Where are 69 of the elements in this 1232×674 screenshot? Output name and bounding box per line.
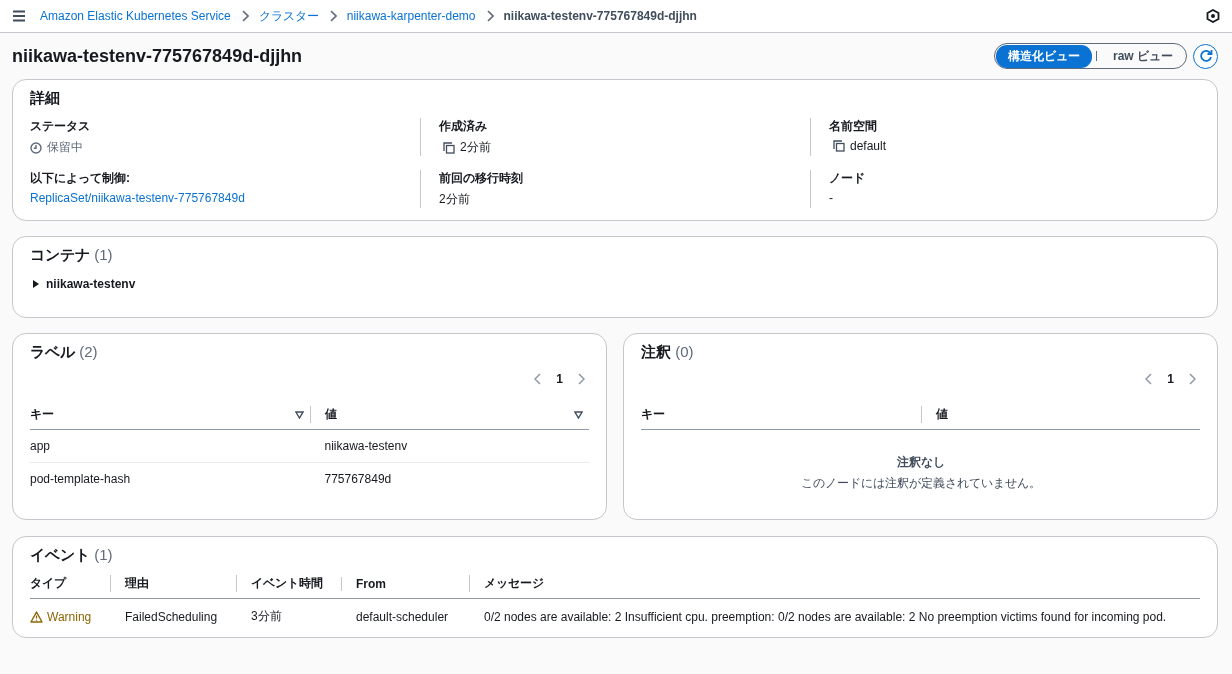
refresh-button[interactable]	[1193, 43, 1218, 69]
item-count: (1)	[94, 546, 113, 563]
view-toggle-option[interactable]: raw ビュー	[1101, 44, 1185, 68]
field-value: 2分前	[460, 139, 491, 156]
breadcrumb-link[interactable]: niikawa-karpenter-demo	[346, 9, 476, 23]
hexagon-icon[interactable]	[1206, 9, 1220, 23]
column-header: タイプ	[30, 575, 68, 592]
warning-icon	[30, 610, 43, 623]
table-cell-text: 775767849d	[323, 472, 393, 486]
field-label: ノード	[829, 170, 866, 187]
table-cell-text: default-scheduler	[355, 609, 450, 624]
sort-icon[interactable]	[574, 410, 583, 419]
event-type: Warning	[47, 609, 92, 624]
item-count: (0)	[675, 343, 694, 360]
page-number[interactable]: 1	[556, 372, 563, 386]
table-cell-text: FailedScheduling	[124, 609, 219, 624]
breadcrumb-link[interactable]: Amazon Elastic Kubernetes Service	[40, 9, 231, 23]
copy-icon[interactable]	[833, 140, 845, 152]
column-header: 値	[324, 406, 337, 423]
column-header: イベント時間	[236, 575, 341, 592]
field-value: -	[829, 191, 833, 205]
empty-title: 注釈なし	[896, 454, 945, 471]
card-title: ラベル	[30, 343, 75, 360]
breadcrumb-current: niikawa-testenv-775767849d-djjhn	[503, 9, 697, 23]
field-value: 保留中	[47, 139, 83, 156]
chevron-left-icon[interactable]	[534, 373, 543, 385]
table-cell-text: 3分前	[250, 608, 283, 625]
column-header: キー	[30, 406, 54, 423]
field-value: default	[850, 139, 887, 153]
breadcrumb-link[interactable]: クラスター	[258, 7, 319, 25]
chevron-right-icon	[485, 10, 494, 22]
card-title: 詳細	[30, 89, 61, 108]
chevron-right-icon[interactable]	[1188, 373, 1196, 385]
page-title: niikawa-testenv-775767849d-djjhn	[12, 45, 304, 67]
card-title: コンテナ	[30, 246, 90, 263]
table-cell-text: niikawa-testenv	[323, 439, 409, 453]
table-cell-text: app	[30, 439, 52, 453]
field-label: ステータス	[30, 118, 91, 135]
field-value: 2分前	[439, 191, 470, 208]
chevron-right-icon	[328, 10, 337, 22]
chevron-right-icon[interactable]	[577, 373, 585, 385]
field-label: 名前空間	[829, 118, 878, 135]
menu-icon[interactable]	[12, 10, 26, 22]
column-header: 理由	[110, 575, 236, 592]
container-name[interactable]: niikawa-testenv	[46, 277, 136, 291]
field-label: 前回の移行時刻	[439, 170, 524, 187]
field-label: 作成済み	[439, 118, 488, 135]
caret-icon[interactable]	[32, 280, 40, 288]
sort-icon[interactable]	[294, 410, 304, 419]
refresh-icon[interactable]	[1198, 49, 1213, 63]
card-title: 注釈	[641, 343, 671, 360]
chevron-left-icon[interactable]	[1145, 373, 1154, 385]
copy-icon[interactable]	[443, 141, 455, 154]
column-header: キー	[641, 406, 665, 423]
clock-icon	[30, 141, 42, 154]
view-toggle-option[interactable]: 構造化ビュー	[996, 44, 1092, 68]
table-cell-text: 0/2 nodes are available: 2 Insufficient cpu. preemption: 0/2 nodes are available: 2 No preemption victims found for incoming pod.	[483, 609, 1168, 624]
table-cell-text: pod-template-hash	[30, 472, 132, 486]
item-count: (1)	[94, 246, 113, 263]
card-title: イベント	[30, 546, 90, 563]
item-count: (2)	[79, 343, 98, 360]
replicaset-link[interactable]: ReplicaSet/niikawa-testenv-775767849d	[30, 191, 245, 205]
empty-message: このノードには注釈が定義されていません。	[800, 475, 1041, 492]
field-label: 以下によって制御:	[30, 170, 131, 187]
chevron-right-icon	[240, 10, 249, 22]
column-header: 値	[935, 406, 948, 423]
page-number[interactable]: 1	[1167, 372, 1174, 386]
column-header: メッセージ	[469, 575, 1200, 592]
column-header: From	[341, 576, 469, 591]
